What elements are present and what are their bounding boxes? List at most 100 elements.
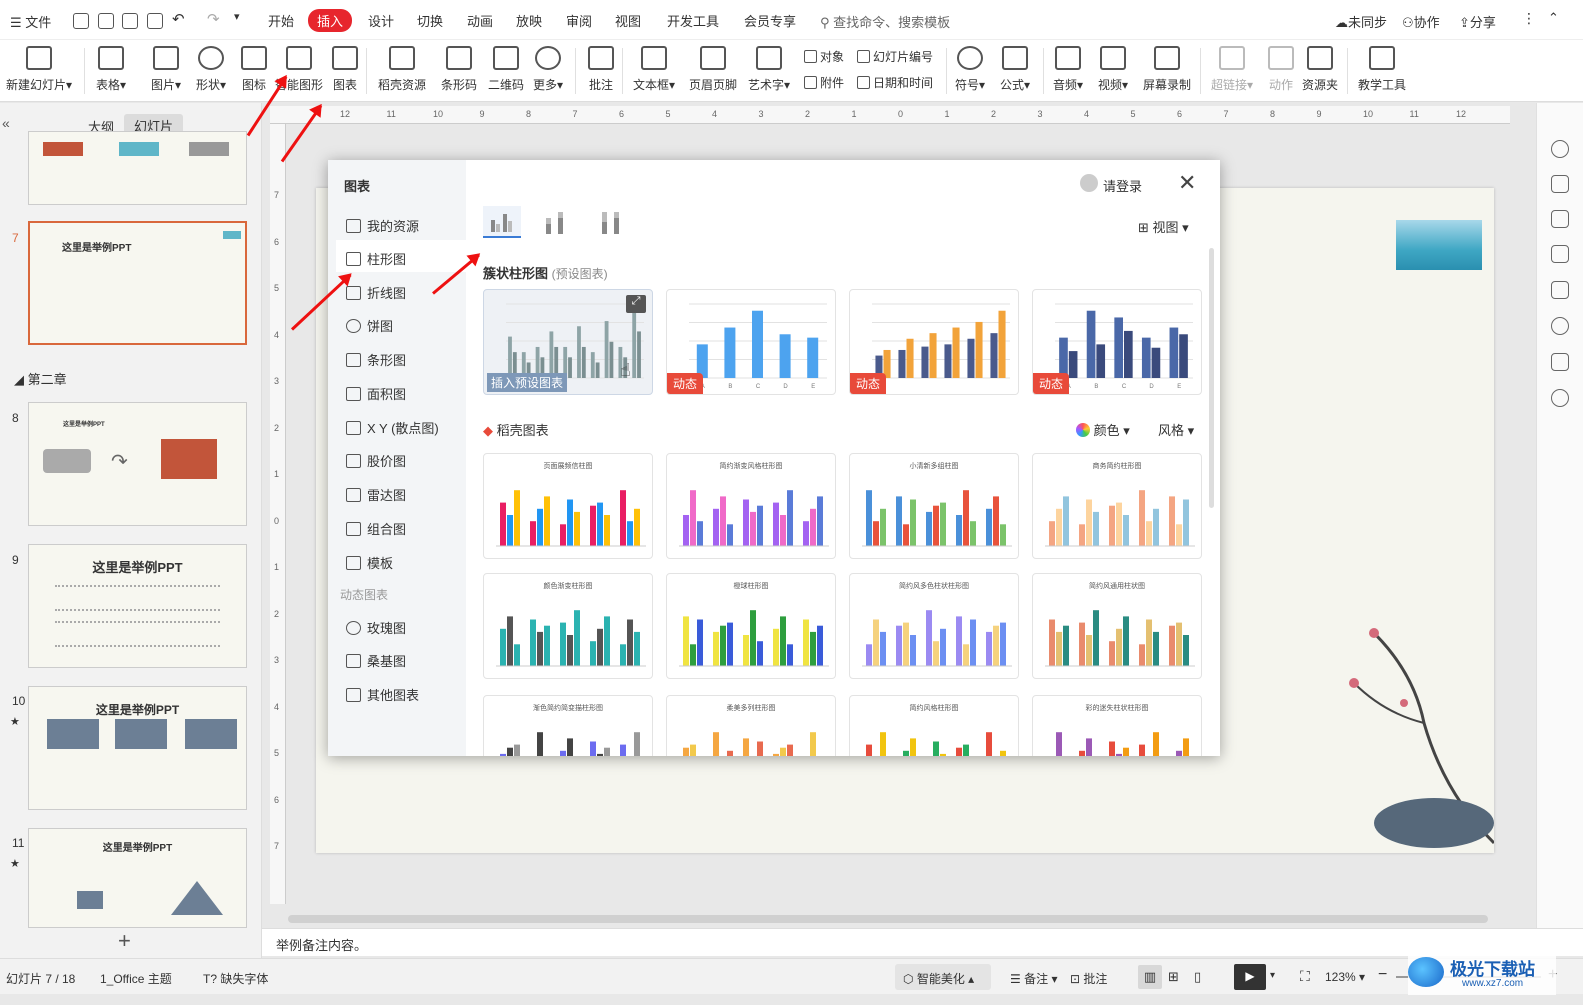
attachment-button[interactable]: 附件 — [804, 74, 844, 91]
find-icon[interactable] — [147, 13, 163, 29]
template-chart-card[interactable]: 页面展频信柱图 — [483, 453, 653, 559]
collab-button[interactable]: ⚇协作 — [1402, 12, 1440, 31]
resource-folder-button[interactable]: 资源夹 — [1302, 42, 1338, 93]
template-chart-card[interactable]: 简约渐变风格柱形图 — [666, 453, 836, 559]
print-icon[interactable] — [122, 13, 138, 29]
nav-combo-chart[interactable]: 组合图 — [346, 519, 406, 538]
nav-stock-chart[interactable]: 股价图 — [346, 451, 406, 470]
missing-font-button[interactable]: T? 缺失字体 — [203, 970, 268, 987]
docer-resource-button[interactable]: 稻壳资源 — [378, 42, 426, 93]
print-preview-icon[interactable] — [98, 13, 114, 29]
slide-thumbnail-6[interactable] — [28, 131, 247, 205]
nav-area-chart[interactable]: 面积图 — [346, 384, 406, 403]
tab-animation[interactable]: 动画 — [467, 11, 493, 30]
customize-icon[interactable]: ▾ — [234, 10, 240, 23]
template-chart-card[interactable]: 简约风格柱形图 — [849, 695, 1019, 756]
style-filter[interactable]: 风格 ▾ — [1158, 420, 1194, 439]
view-toggle[interactable]: ⊞ 视图 ▾ — [1138, 217, 1189, 236]
theme-name[interactable]: 1_Office 主题 — [100, 970, 172, 987]
new-slide-button[interactable]: 新建幻灯片▾ — [6, 42, 72, 93]
table-button[interactable]: 表格▾ — [96, 42, 126, 93]
tab-slideshow[interactable]: 放映 — [516, 11, 542, 30]
play-options-icon[interactable]: ▾ — [1270, 970, 1275, 981]
template-chart-card[interactable]: 小清新多组柱图 — [849, 453, 1019, 559]
formula-button[interactable]: 公式▾ — [1000, 42, 1030, 93]
subtype-clustered[interactable] — [483, 206, 521, 238]
slide-thumbnail-8[interactable]: 这里是举例PPT ↷ — [28, 402, 247, 526]
tab-developer[interactable]: 开发工具 — [667, 11, 719, 30]
rocket-icon[interactable] — [1551, 140, 1569, 158]
more-button[interactable]: 更多▾ — [533, 42, 563, 93]
nav-other-charts[interactable]: 其他图表 — [346, 685, 419, 704]
nav-sankey-chart[interactable]: 桑基图 — [346, 651, 406, 670]
dialog-scrollbar[interactable] — [1209, 248, 1214, 508]
slide-number-button[interactable]: 幻灯片编号 — [857, 48, 933, 65]
shield-icon[interactable] — [1551, 317, 1569, 335]
notes-pane[interactable]: 举例备注内容。 — [262, 928, 1583, 956]
more-icon[interactable]: ⋮ — [1522, 10, 1536, 27]
symbol-button[interactable]: 符号▾ — [955, 42, 985, 93]
zoom-out-icon[interactable]: − — [1378, 966, 1387, 984]
slide-thumbnail-7[interactable]: 这里是举例PPT — [28, 221, 247, 345]
hyperlink-button[interactable]: 超链接▾ — [1211, 42, 1253, 93]
slide-thumbnail-11[interactable]: 这里是举例PPT — [28, 828, 247, 928]
slide-thumbnail-10[interactable]: 这里是举例PPT — [28, 686, 247, 810]
chat-icon[interactable] — [1551, 245, 1569, 263]
nav-template[interactable]: 模板 — [346, 553, 393, 572]
slide-image[interactable] — [1396, 220, 1482, 270]
action-button[interactable]: 动作 — [1268, 42, 1294, 93]
template-chart-card[interactable]: 简约风通用柱状图 — [1032, 573, 1202, 679]
redo-icon[interactable]: ↷ — [207, 10, 220, 28]
tab-transition[interactable]: 切换 — [417, 11, 443, 30]
sorter-view-icon[interactable]: ⊞ — [1168, 969, 1179, 985]
section-header[interactable]: ◢ 第二章 — [14, 369, 67, 388]
collapse-icon[interactable]: ⌃ — [1548, 10, 1559, 26]
insert-preset-button[interactable]: 插入预设图表 — [487, 373, 568, 392]
nav-radar-chart[interactable]: 雷达图 — [346, 485, 406, 504]
undo-icon[interactable]: ↶ — [172, 10, 185, 28]
video-button[interactable]: 视频▾ — [1098, 42, 1128, 93]
nav-my-resources[interactable]: 我的资源 — [346, 216, 419, 235]
image-icon[interactable] — [1551, 281, 1569, 299]
nav-rose-chart[interactable]: 玫瑰图 — [346, 618, 406, 637]
dynamic-chart-card[interactable]: ABCDE 动态 — [666, 289, 836, 395]
dynamic-chart-card[interactable]: 动态 — [849, 289, 1019, 395]
reading-view-icon[interactable]: ▯ — [1194, 969, 1201, 985]
normal-view-icon[interactable]: ▥ — [1138, 965, 1162, 989]
icon-button[interactable]: 图标 — [241, 42, 267, 93]
collapse-panel-icon[interactable]: « — [2, 115, 10, 131]
share-button[interactable]: ⇪分享 — [1459, 12, 1496, 31]
login-link[interactable]: 请登录 — [1103, 176, 1142, 195]
tab-home[interactable]: 开始 — [268, 11, 294, 30]
chart-button[interactable]: 图表 — [332, 42, 358, 93]
template-chart-card[interactable]: 彩的迷失柱状柱形图 — [1032, 695, 1202, 756]
sync-status[interactable]: ☁未同步 — [1335, 12, 1387, 31]
star-icon[interactable] — [1551, 210, 1569, 228]
teaching-tools-button[interactable]: 教学工具 — [1358, 42, 1406, 93]
template-chart-card[interactable]: 渐色简约简变描柱形图 — [483, 695, 653, 756]
nav-pie-chart[interactable]: 饼图 — [346, 316, 393, 335]
add-slide-icon[interactable]: + — [118, 928, 131, 954]
wordart-button[interactable]: 艺术字▾ — [748, 42, 790, 93]
datetime-button[interactable]: 日期和时间 — [857, 74, 933, 91]
subtype-percent-stacked[interactable] — [596, 208, 628, 241]
horizontal-scrollbar[interactable] — [288, 915, 1488, 923]
qrcode-button[interactable]: 二维码 — [488, 42, 524, 93]
tab-insert[interactable]: 插入 — [308, 9, 353, 32]
preset-chart-card[interactable]: ⤢ 插入预设图表 ☝ — [483, 289, 653, 395]
sliders-icon[interactable] — [1551, 175, 1569, 193]
close-icon[interactable]: ✕ — [1178, 170, 1196, 196]
color-filter[interactable]: 颜色 ▾ — [1076, 420, 1130, 439]
nav-line-chart[interactable]: 折线图 — [346, 283, 406, 302]
play-button[interactable]: ▶ — [1234, 964, 1266, 990]
tab-design[interactable]: 设计 — [368, 11, 394, 30]
tab-review[interactable]: 审阅 — [566, 11, 592, 30]
smart-beautify-button[interactable]: ⬡ 智能美化 ▴ — [895, 964, 991, 990]
notes-toggle[interactable]: ☰ 备注 ▾ — [1010, 970, 1057, 987]
dynamic-chart-card[interactable]: ABCDE 动态 — [1032, 289, 1202, 395]
command-search[interactable]: ⚲ 查找命令、搜索模板 — [820, 12, 950, 31]
screen-record-button[interactable]: 屏幕录制 — [1143, 42, 1191, 93]
nav-bar-chart[interactable]: 条形图 — [346, 350, 406, 369]
book-icon[interactable] — [1551, 353, 1569, 371]
zoom-level[interactable]: 123% ▾ — [1325, 970, 1365, 984]
